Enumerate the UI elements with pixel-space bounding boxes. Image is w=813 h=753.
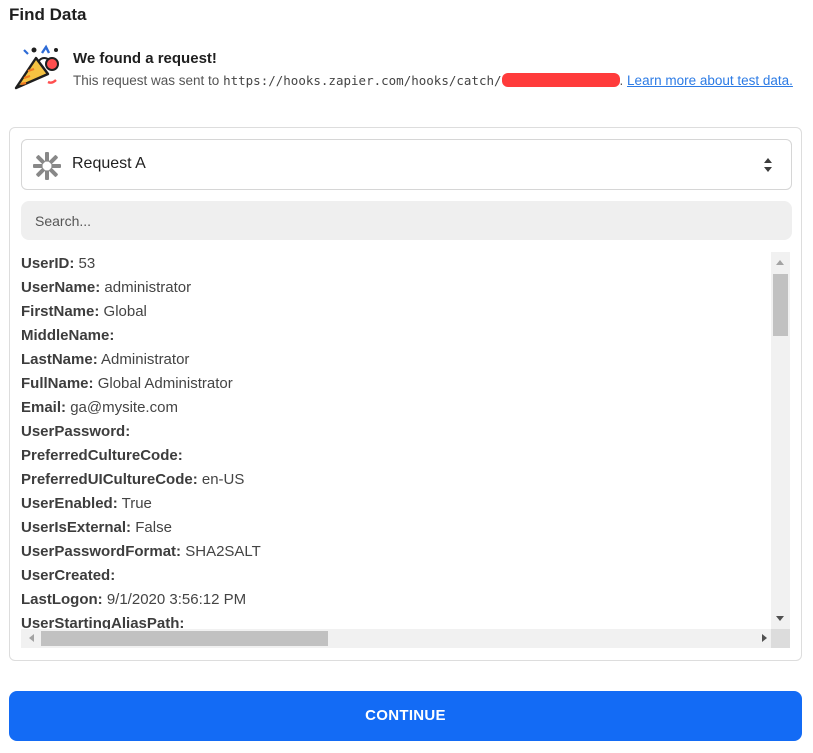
field-key: UserStartingAliasPath: bbox=[21, 615, 185, 629]
field-key: PreferredCultureCode: bbox=[21, 447, 183, 464]
scroll-down-arrow-icon[interactable] bbox=[776, 616, 784, 621]
banner-text-prefix: This request was sent to bbox=[73, 73, 224, 88]
field-value: Administrator bbox=[101, 351, 190, 368]
vertical-scroll-thumb[interactable] bbox=[773, 274, 788, 336]
zapier-gear-icon bbox=[33, 152, 61, 180]
banner-text-after-url: . bbox=[619, 73, 628, 88]
field-value: Global bbox=[103, 303, 147, 320]
field-value: True bbox=[121, 495, 152, 512]
learn-more-link[interactable]: Learn more about test data. bbox=[627, 73, 793, 88]
data-field-row: UserName: administrator bbox=[21, 276, 772, 300]
scrollbar-corner bbox=[771, 629, 790, 648]
field-key: UserIsExternal: bbox=[21, 519, 132, 536]
field-key: UserEnabled: bbox=[21, 495, 118, 512]
scroll-up-arrow-icon[interactable] bbox=[776, 260, 784, 265]
request-select-value: Request A bbox=[72, 155, 146, 172]
field-value: Global Administrator bbox=[97, 375, 233, 392]
data-field-row: MiddleName: bbox=[21, 324, 772, 348]
field-key: PreferredUICultureCode: bbox=[21, 471, 198, 488]
field-value: SHA2SALT bbox=[185, 543, 261, 560]
field-key: UserID: bbox=[21, 255, 75, 272]
data-field-row: UserID: 53 bbox=[21, 252, 772, 276]
field-value: administrator bbox=[104, 279, 192, 296]
data-field-row: UserEnabled: True bbox=[21, 492, 772, 516]
scroll-right-arrow-icon[interactable] bbox=[762, 634, 767, 642]
data-field-row: Email: ga@mysite.com bbox=[21, 396, 772, 420]
redacted-url-segment bbox=[501, 73, 620, 87]
scroll-left-arrow-icon[interactable] bbox=[29, 634, 34, 642]
field-key: LastName: bbox=[21, 351, 98, 368]
continue-button[interactable]: CONTINUE bbox=[9, 691, 802, 741]
horizontal-scroll-thumb[interactable] bbox=[41, 631, 328, 646]
request-data-list: UserID: 53 UserName: administrator First… bbox=[21, 252, 772, 629]
search-input[interactable] bbox=[21, 201, 792, 240]
chevron-up-down-icon bbox=[764, 158, 772, 172]
field-key: Email: bbox=[21, 399, 67, 416]
data-field-row: UserPassword: bbox=[21, 420, 772, 444]
banner-heading: We found a request! bbox=[73, 50, 217, 67]
field-key: MiddleName: bbox=[21, 327, 115, 344]
field-value: 9/1/2020 3:56:12 PM bbox=[106, 591, 247, 608]
data-field-row: PreferredUICultureCode: en-US bbox=[21, 468, 772, 492]
horizontal-scrollbar[interactable] bbox=[21, 629, 771, 648]
data-field-row: LastLogon: 9/1/2020 3:56:12 PM bbox=[21, 588, 772, 612]
field-value: en-US bbox=[201, 471, 245, 488]
field-value: ga@mysite.com bbox=[70, 399, 178, 416]
data-field-row: UserIsExternal: False bbox=[21, 516, 772, 540]
party-popper-icon bbox=[14, 44, 59, 90]
request-select[interactable]: Request A bbox=[21, 139, 792, 190]
data-field-row: FirstName: Global bbox=[21, 300, 772, 324]
data-field-row: UserStartingAliasPath: bbox=[21, 612, 772, 629]
field-key: UserCreated: bbox=[21, 567, 116, 584]
field-key: UserName: bbox=[21, 279, 101, 296]
data-field-row: LastName: Administrator bbox=[21, 348, 772, 372]
field-key: FullName: bbox=[21, 375, 94, 392]
webhook-url: https://hooks.zapier.com/hooks/catch/ bbox=[223, 73, 502, 88]
banner-description: This request was sent to https://hooks.z… bbox=[73, 70, 801, 92]
field-key: UserPasswordFormat: bbox=[21, 543, 182, 560]
page-title: Find Data bbox=[9, 5, 87, 24]
data-field-row: UserCreated: bbox=[21, 564, 772, 588]
field-key: FirstName: bbox=[21, 303, 100, 320]
data-field-row: PreferredCultureCode: bbox=[21, 444, 772, 468]
data-field-row: FullName: Global Administrator bbox=[21, 372, 772, 396]
request-card: Request A UserID: 53 UserName: administr… bbox=[9, 127, 802, 661]
field-key: UserPassword: bbox=[21, 423, 131, 440]
vertical-scrollbar[interactable] bbox=[771, 252, 790, 629]
field-value: False bbox=[135, 519, 172, 536]
data-field-row: UserPasswordFormat: SHA2SALT bbox=[21, 540, 772, 564]
field-key: LastLogon: bbox=[21, 591, 103, 608]
found-request-banner: We found a request! This request was sen… bbox=[12, 44, 802, 114]
field-value: 53 bbox=[78, 255, 96, 272]
